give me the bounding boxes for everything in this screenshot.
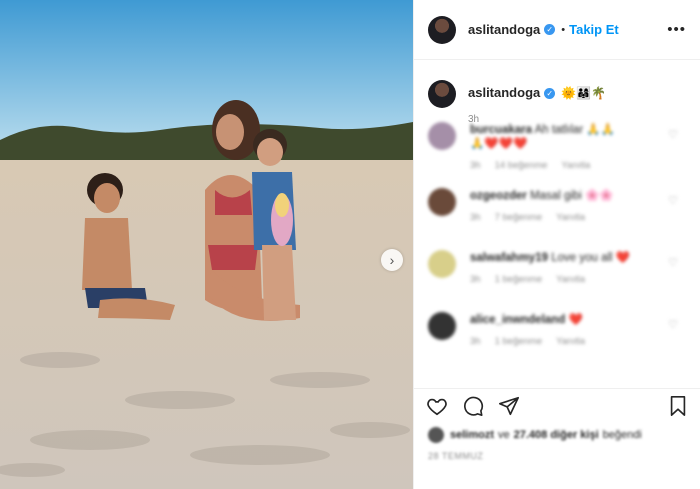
heart-icon[interactable]: [426, 395, 448, 422]
comment-time: 3h: [470, 336, 481, 347]
comment-item: salwafahmy19 Love you all ❤️ 3h 1 beğenme…: [414, 250, 700, 312]
liker-avatar: [428, 427, 444, 443]
comment-likes[interactable]: 7 beğenme: [495, 212, 543, 223]
reply-button[interactable]: Yanıtla: [561, 160, 590, 171]
comment-time: 3h: [470, 212, 481, 223]
comment-text-continued: 🙏❤️❤️❤️: [470, 138, 528, 150]
likes-count[interactable]: 27.408 diğer kişi: [514, 429, 599, 441]
action-icons: [414, 389, 700, 427]
caption-text: 🌞👨‍👩‍👧🌴: [561, 86, 607, 100]
comment-item: ozgeozder Masal gibi 🌸🌸 3h 7 beğenme Yanıt…: [414, 188, 700, 250]
caption-body: aslitandoga ✓ 🌞👨‍👩‍👧🌴 3h: [468, 78, 607, 125]
comment-text: ❤️: [568, 314, 583, 326]
commenter-avatar[interactable]: [428, 188, 456, 216]
follow-button[interactable]: Takip Et: [569, 22, 619, 37]
chevron-right-icon: ›: [389, 251, 395, 268]
comment-time: 3h: [470, 160, 481, 171]
reply-button[interactable]: Yanıtla: [556, 212, 585, 223]
commenter-username[interactable]: salwafahmy19: [470, 252, 548, 264]
post-header: aslitandoga ✓ • Takip Et •••: [414, 0, 700, 60]
post-date: 28 TEMMUZ: [428, 451, 484, 461]
commenter-username[interactable]: ozgeozder: [470, 190, 527, 202]
follow-separator: •: [561, 23, 566, 36]
comment-like-heart-icon[interactable]: ♡: [668, 194, 678, 207]
liker-username[interactable]: selimozt: [450, 429, 494, 441]
comment-likes[interactable]: 1 beğenme: [495, 274, 543, 285]
likes-summary[interactable]: selimozt ve 27.408 diğer kişi beğendi: [414, 427, 700, 443]
post-actions: selimozt ve 27.408 diğer kişi beğendi 28…: [414, 388, 700, 469]
comment-item: burcuakara Ah tatlılar 🙏🙏 🙏❤️❤️❤️ 3h 14 b…: [414, 122, 700, 188]
comment-text: Masal gibi 🌸🌸: [530, 190, 614, 202]
caption-avatar[interactable]: [428, 80, 456, 108]
share-icon[interactable]: [498, 395, 520, 422]
more-options-icon[interactable]: •••: [667, 21, 686, 38]
comment-like-heart-icon[interactable]: ♡: [668, 128, 678, 141]
next-photo-button[interactable]: ›: [381, 249, 403, 271]
post-sidebar: aslitandoga ✓ • Takip Et ••• aslitandoga…: [413, 0, 700, 489]
verified-badge-icon: ✓: [544, 24, 556, 35]
author-username[interactable]: aslitandoga: [468, 22, 540, 37]
reply-button[interactable]: Yanıtla: [556, 336, 585, 347]
commenter-avatar[interactable]: [428, 312, 456, 340]
caption-username[interactable]: aslitandoga: [468, 85, 540, 100]
commenter-avatar[interactable]: [428, 122, 456, 150]
comment-like-heart-icon[interactable]: ♡: [668, 318, 678, 331]
post-container: › aslitandoga ✓ • Takip Et ••• aslitando…: [0, 0, 700, 489]
comment-text: Love you all ❤️: [551, 252, 631, 264]
commenter-username[interactable]: alice_inwndeland: [470, 314, 565, 326]
bookmark-icon[interactable]: [667, 395, 689, 422]
reply-button[interactable]: Yanıtla: [556, 274, 585, 285]
comments-list[interactable]: burcuakara Ah tatlılar 🙏🙏 🙏❤️❤️❤️ 3h 14 b…: [414, 122, 700, 387]
commenter-username[interactable]: burcuakara: [470, 124, 532, 136]
comment-icon[interactable]: [462, 395, 484, 422]
post-caption: aslitandoga ✓ 🌞👨‍👩‍👧🌴 3h: [414, 60, 700, 125]
verified-badge-icon: ✓: [544, 88, 556, 100]
likes-suffix: beğendi: [602, 429, 642, 441]
comment-time: 3h: [470, 274, 481, 285]
beach-family-image: [0, 0, 413, 489]
comment-likes[interactable]: 1 beğenme: [495, 336, 543, 347]
commenter-avatar[interactable]: [428, 250, 456, 278]
likes-and: ve: [498, 429, 510, 441]
comment-text: Ah tatlılar 🙏🙏: [534, 124, 615, 136]
author-avatar[interactable]: [428, 15, 456, 44]
post-photo[interactable]: ›: [0, 0, 413, 489]
comment-like-heart-icon[interactable]: ♡: [668, 256, 678, 269]
comment-item: alice_inwndeland ❤️ 3h 1 beğenme Yanıtla ♡: [414, 312, 700, 374]
comment-likes[interactable]: 14 beğenme: [495, 160, 548, 171]
